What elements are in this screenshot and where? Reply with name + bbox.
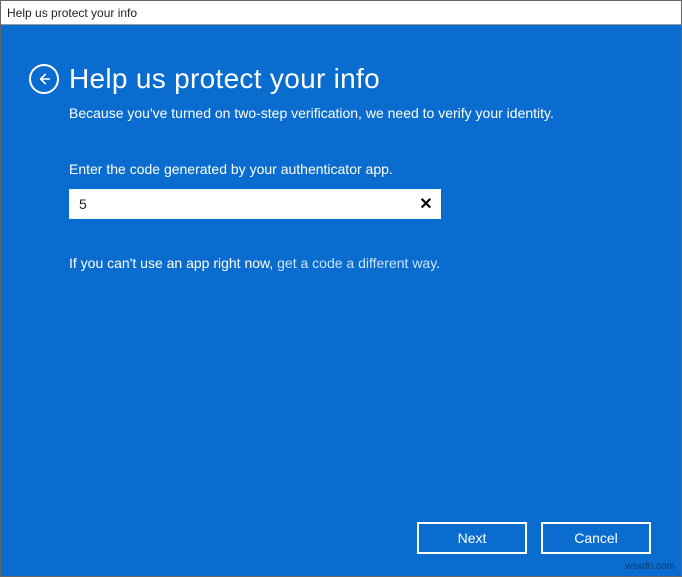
page-subtitle: Because you've turned on two-step verifi… (69, 105, 641, 121)
clear-input-button[interactable]: ✕ (413, 191, 439, 217)
close-icon: ✕ (419, 194, 432, 214)
alt-code-link[interactable]: get a code a different way (277, 255, 436, 271)
code-label: Enter the code generated by your authent… (69, 161, 641, 177)
code-input-wrap: ✕ (69, 189, 441, 219)
button-row: Next Cancel (417, 522, 651, 554)
titlebar: Help us protect your info (1, 1, 681, 25)
page-title: Help us protect your info (69, 63, 380, 95)
cancel-button[interactable]: Cancel (541, 522, 651, 554)
content-area: Help us protect your info Because you've… (1, 25, 681, 576)
watermark: wsxdn.com (625, 561, 675, 572)
dialog-window: Help us protect your info Help us protec… (0, 0, 682, 577)
header-row: Help us protect your info (29, 63, 641, 95)
window-title: Help us protect your info (7, 6, 137, 20)
back-arrow-icon (36, 71, 52, 87)
code-input[interactable] (71, 191, 413, 217)
next-button[interactable]: Next (417, 522, 527, 554)
back-button[interactable] (29, 64, 59, 94)
help-text: If you can't use an app right now, get a… (69, 255, 641, 271)
help-prefix: If you can't use an app right now, (69, 255, 277, 271)
help-suffix: . (436, 255, 440, 271)
